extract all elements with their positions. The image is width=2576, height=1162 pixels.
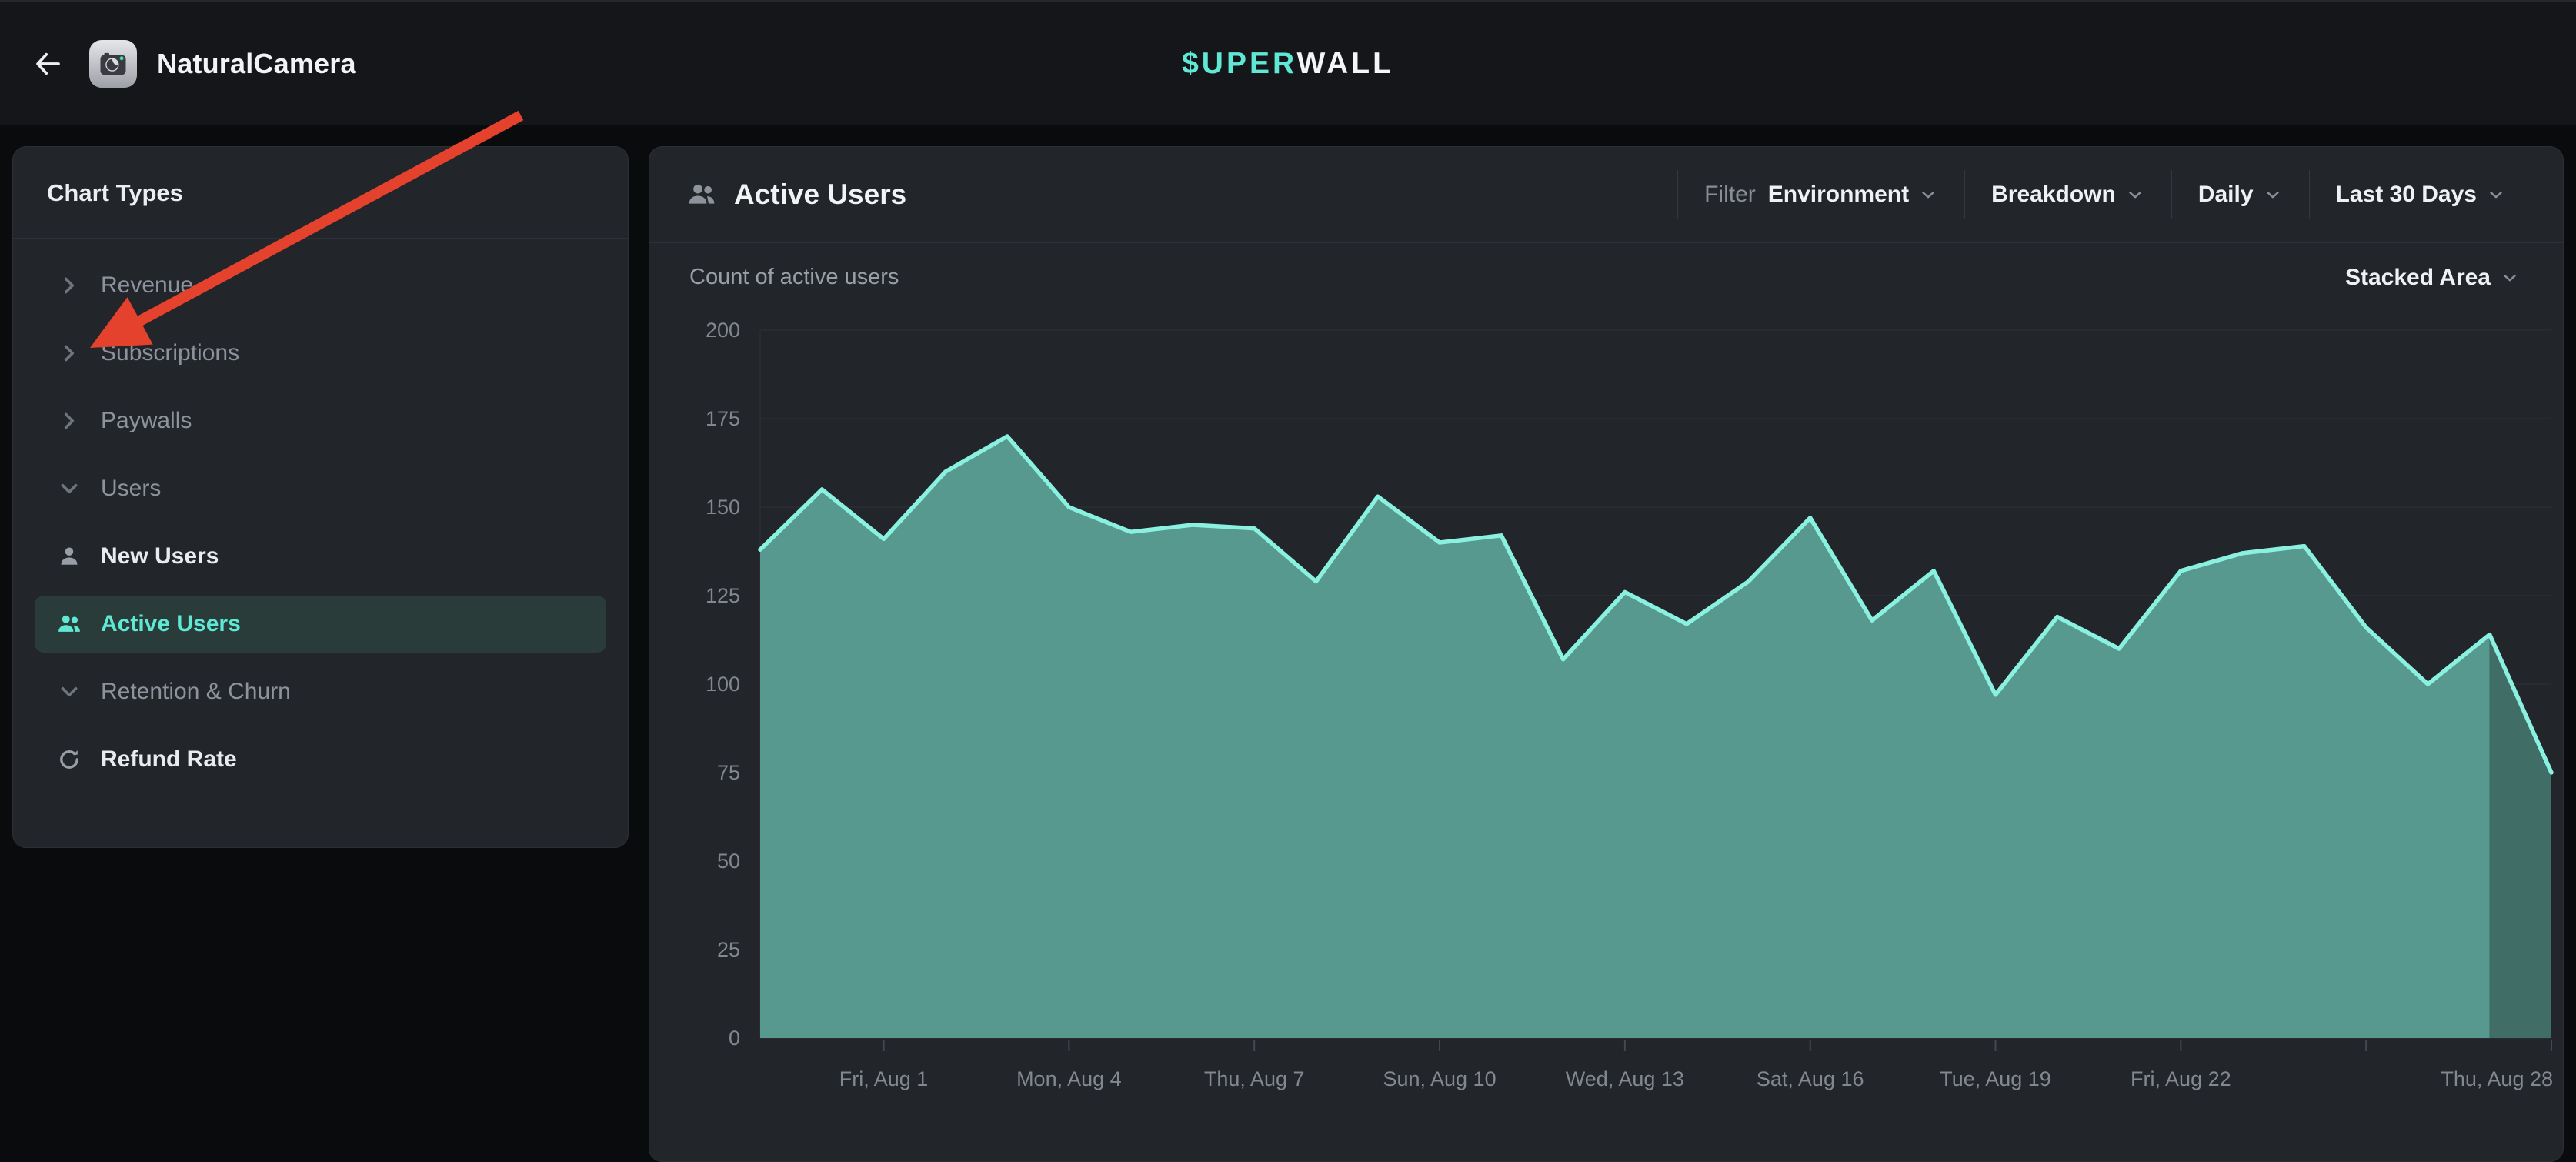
app-icon-natural-camera bbox=[89, 40, 137, 88]
filter-environment-dropdown[interactable]: Filter Environment bbox=[1677, 170, 1964, 219]
chevron-down-icon bbox=[2486, 185, 2506, 205]
svg-text:100: 100 bbox=[706, 673, 740, 696]
people-icon bbox=[56, 611, 87, 637]
chevron-down-icon bbox=[56, 679, 87, 705]
back-arrow-icon bbox=[32, 48, 64, 80]
person-icon bbox=[56, 543, 87, 569]
sidebar-item-label: Paywalls bbox=[101, 408, 192, 434]
svg-text:175: 175 bbox=[706, 407, 740, 430]
sidebar-item-paywalls[interactable]: Paywalls bbox=[13, 387, 628, 455]
sidebar-title: Chart Types bbox=[13, 147, 628, 238]
date-range-dropdown[interactable]: Last 30 Days bbox=[2309, 170, 2532, 219]
svg-text:25: 25 bbox=[717, 938, 740, 961]
svg-text:Mon, Aug 4: Mon, Aug 4 bbox=[1016, 1067, 1122, 1090]
sidebar-item-retention-churn[interactable]: Retention & Churn bbox=[13, 658, 628, 726]
chevron-down-icon bbox=[1918, 185, 1938, 205]
svg-text:Wed, Aug 13: Wed, Aug 13 bbox=[1566, 1067, 1684, 1090]
sidebar-item-label: Retention & Churn bbox=[101, 679, 291, 705]
filter-bar: Filter Environment Breakdown Daily Last … bbox=[1677, 170, 2532, 219]
sidebar-item-label: Active Users bbox=[101, 611, 241, 637]
sidebar-item-refund-rate[interactable]: Refund Rate bbox=[13, 726, 628, 793]
svg-text:Tue, Aug 19: Tue, Aug 19 bbox=[1940, 1067, 2051, 1090]
sidebar-item-label: Subscriptions bbox=[101, 340, 239, 366]
svg-text:50: 50 bbox=[717, 850, 740, 873]
app-title: NaturalCamera bbox=[157, 48, 356, 80]
sidebar-item-label: Revenue bbox=[101, 272, 193, 299]
filter-prefix-label: Filter bbox=[1704, 182, 1756, 208]
topbar-left: NaturalCamera bbox=[0, 40, 356, 88]
svg-text:Fri, Aug 22: Fri, Aug 22 bbox=[2131, 1067, 2231, 1090]
logo-white-part: WALL bbox=[1296, 47, 1393, 80]
back-button[interactable] bbox=[26, 42, 69, 85]
chevron-down-icon bbox=[56, 476, 87, 502]
sidebar-item-revenue[interactable]: Revenue bbox=[13, 252, 628, 319]
chevron-down-icon bbox=[2500, 268, 2520, 288]
chevron-right-icon bbox=[56, 272, 87, 299]
logo-teal-part: $UPER bbox=[1182, 47, 1296, 80]
svg-text:200: 200 bbox=[706, 319, 740, 342]
chart-types-sidebar: Chart Types Revenue Subscriptions Paywalls… bbox=[12, 146, 629, 848]
svg-text:Sat, Aug 16: Sat, Aug 16 bbox=[1757, 1067, 1864, 1090]
svg-text:0: 0 bbox=[729, 1027, 740, 1050]
interval-dropdown[interactable]: Daily bbox=[2171, 170, 2309, 219]
svg-text:Thu, Aug 7: Thu, Aug 7 bbox=[1204, 1067, 1305, 1090]
camera-icon bbox=[95, 46, 131, 82]
sidebar-item-subscriptions[interactable]: Subscriptions bbox=[13, 319, 628, 387]
svg-text:Sun, Aug 10: Sun, Aug 10 bbox=[1383, 1067, 1496, 1090]
sidebar-item-label: New Users bbox=[101, 543, 219, 569]
superwall-logo: $UPERWALL bbox=[1182, 47, 1394, 81]
topbar: NaturalCamera $UPERWALL bbox=[0, 0, 2576, 125]
svg-text:Fri, Aug 1: Fri, Aug 1 bbox=[839, 1067, 929, 1090]
svg-text:125: 125 bbox=[706, 584, 740, 607]
people-icon bbox=[686, 179, 717, 210]
sidebar-list: Revenue Subscriptions Paywalls Users New Use… bbox=[13, 239, 628, 793]
sidebar-item-new-users[interactable]: New Users bbox=[13, 523, 628, 590]
stacked-area-chart: 0 25 50 75 100 125 150 175 200 Fri, Aug 1 Mon, Aug… bbox=[649, 147, 2564, 1162]
sidebar-item-label: Refund Rate bbox=[101, 746, 237, 773]
sidebar-item-users[interactable]: Users bbox=[13, 455, 628, 523]
panel-title: Active Users bbox=[734, 179, 906, 211]
chevron-right-icon bbox=[56, 340, 87, 366]
svg-text:150: 150 bbox=[706, 496, 740, 519]
active-users-panel: Active Users Filter Environment Breakdow… bbox=[649, 146, 2564, 1162]
chart-subheader: Count of active users Stacked Area bbox=[649, 243, 2563, 291]
svg-text:Thu, Aug 28: Thu, Aug 28 bbox=[2441, 1067, 2553, 1090]
chevron-right-icon bbox=[56, 408, 87, 434]
panel-header: Active Users Filter Environment Breakdow… bbox=[649, 147, 2563, 242]
chevron-down-icon bbox=[2263, 185, 2283, 205]
refresh-icon bbox=[56, 746, 87, 773]
sidebar-item-active-users[interactable]: Active Users bbox=[35, 596, 606, 653]
sidebar-item-label: Users bbox=[101, 476, 161, 502]
breakdown-dropdown[interactable]: Breakdown bbox=[1964, 170, 2171, 219]
chart-subtitle: Count of active users bbox=[689, 265, 899, 290]
chevron-down-icon bbox=[2125, 185, 2145, 205]
panel-header-left: Active Users bbox=[686, 179, 906, 211]
svg-text:75: 75 bbox=[717, 761, 740, 784]
chart-type-dropdown[interactable]: Stacked Area bbox=[2345, 265, 2520, 291]
